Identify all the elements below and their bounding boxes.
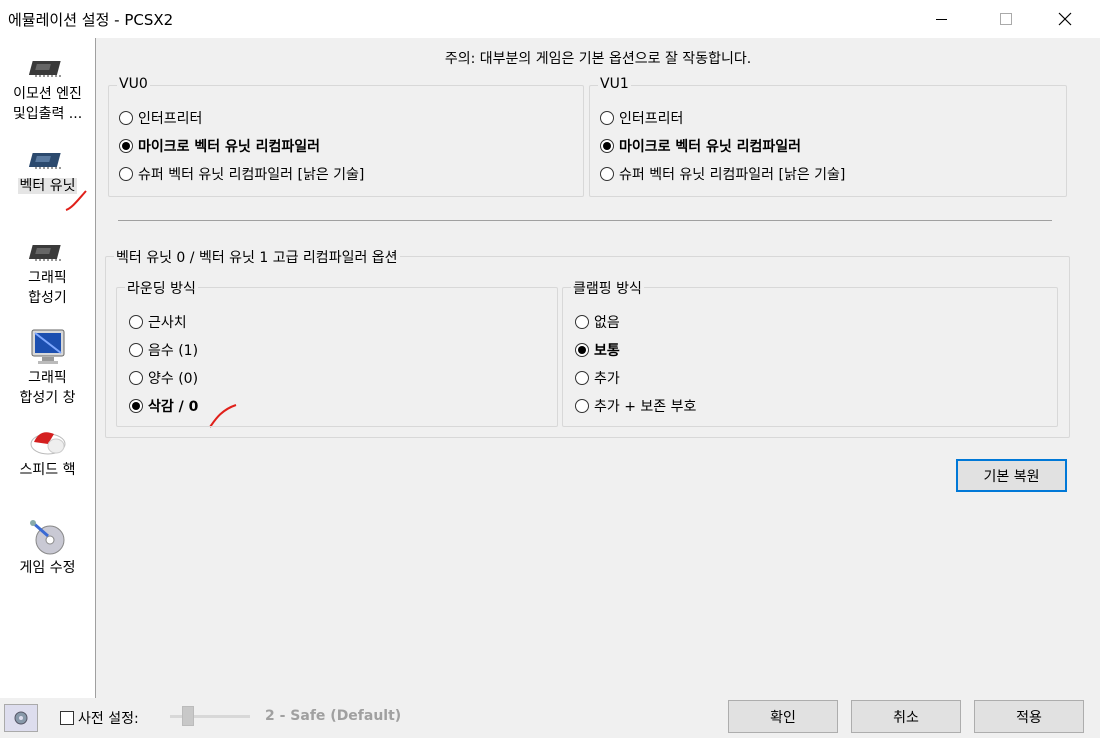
minimize-icon: [935, 18, 947, 20]
vu1-group: VU1 인터프리터 마이크로 벡터 유닛 리컴파일러 슈퍼 벡터 유닛 리컴파일…: [589, 76, 1067, 197]
radio-label: 양수 (0): [148, 371, 199, 387]
bottom-bar: 사전 설정: 2 - Safe (Default) 확인 취소 적용: [0, 698, 1100, 738]
settings-sidebar: 이모션 엔진 및입출력 ... 벡터 유닛 그래픽 합성기 그래픽 합성기 창: [0, 38, 96, 698]
radio-label: 근사치: [148, 315, 187, 331]
advanced-recompiler-group: 벡터 유닛 0 / 벡터 유닛 1 고급 리컴파일러 옵션 라운딩 방식 근사치…: [105, 247, 1070, 438]
notice-text: 주의: 대부분의 게임은 기본 옵션으로 잘 작동합니다.: [444, 51, 752, 67]
chip-icon: [28, 245, 63, 261]
radio-button[interactable]: [119, 139, 133, 153]
sidebar-item-gamefixes[interactable]: 게임 수정: [0, 518, 95, 578]
cancel-button[interactable]: 취소: [851, 700, 961, 733]
ok-button[interactable]: 확인: [728, 700, 838, 733]
radio-button[interactable]: [575, 343, 589, 357]
sidebar-item-gs-window[interactable]: 그래픽 합성기 창: [0, 328, 95, 408]
radio-label: 슈퍼 벡터 유닛 리컴파일러 [낡은 기술]: [619, 167, 846, 183]
vu1-option-interpreter[interactable]: 인터프리터: [600, 108, 683, 128]
clamping-option-extra[interactable]: 추가: [575, 368, 620, 388]
vu1-option-supervu[interactable]: 슈퍼 벡터 유닛 리컴파일러 [낡은 기술]: [600, 164, 845, 184]
pill-icon: [30, 432, 65, 455]
sidebar-item-label: 게임 수정: [19, 560, 76, 576]
preset-lock-button[interactable]: [4, 704, 38, 732]
radio-label: 인터프리터: [138, 111, 203, 127]
minimize-button[interactable]: [918, 0, 964, 38]
sidebar-item-speedhacks[interactable]: 스피드 핵: [0, 426, 95, 480]
rounding-option-negative[interactable]: 음수 (1): [129, 340, 198, 360]
radio-label: 슈퍼 벡터 유닛 리컴파일러 [낡은 기술]: [138, 167, 365, 183]
close-icon: [1058, 12, 1072, 26]
radio-label: 추가 + 보존 부호: [594, 399, 697, 415]
radio-label: 인터프리터: [619, 111, 684, 127]
clamping-option-none[interactable]: 없음: [575, 312, 620, 332]
radio-button[interactable]: [600, 167, 614, 181]
sidebar-item-label: 그래픽: [28, 370, 67, 386]
radio-button[interactable]: [129, 315, 143, 329]
radio-button[interactable]: [575, 315, 589, 329]
radio-label: 삭감 / 0: [148, 399, 199, 415]
radio-label: 마이크로 벡터 유닛 리컴파일러: [619, 139, 802, 155]
sidebar-item-label: 스피드 핵: [19, 462, 76, 478]
vu1-option-microvu[interactable]: 마이크로 벡터 유닛 리컴파일러: [600, 136, 801, 156]
sidebar-item-gs[interactable]: 그래픽 합성기: [0, 240, 95, 308]
preset-toggle[interactable]: 사전 설정:: [60, 708, 139, 728]
apply-button[interactable]: 적용: [974, 700, 1084, 733]
radio-label: 없음: [594, 315, 620, 331]
preset-checkbox[interactable]: [60, 711, 74, 725]
rounding-legend: 라운딩 방식: [125, 278, 198, 298]
vu0-option-supervu[interactable]: 슈퍼 벡터 유닛 리컴파일러 [낡은 기술]: [119, 164, 364, 184]
radio-label: 마이크로 벡터 유닛 리컴파일러: [138, 139, 321, 155]
radio-button[interactable]: [129, 343, 143, 357]
radio-button[interactable]: [575, 399, 589, 413]
vu0-legend: VU0: [117, 76, 150, 92]
annotation-mark: [65, 190, 87, 211]
radio-button[interactable]: [600, 139, 614, 153]
sidebar-item-label: 합성기: [28, 290, 67, 306]
clamping-option-extra-sign[interactable]: 추가 + 보존 부호: [575, 396, 696, 416]
disc-icon: [29, 520, 64, 555]
vu0-option-microvu[interactable]: 마이크로 벡터 유닛 리컴파일러: [119, 136, 320, 156]
sidebar-item-ee-io[interactable]: 이모션 엔진 및입출력 ...: [0, 56, 95, 124]
radio-button[interactable]: [119, 167, 133, 181]
close-button[interactable]: [1042, 0, 1088, 38]
radio-label: 음수 (1): [148, 343, 199, 359]
preset-slider-handle[interactable]: [182, 706, 194, 726]
sidebar-item-label: 및입출력 ...: [12, 106, 83, 122]
sidebar-item-label: 이모션 엔진: [13, 86, 82, 102]
clamping-option-normal[interactable]: 보통: [575, 340, 620, 360]
vu0-option-interpreter[interactable]: 인터프리터: [119, 108, 202, 128]
sidebar-item-label: 합성기 창: [19, 390, 76, 406]
radio-button[interactable]: [129, 399, 143, 413]
radio-label: 추가: [594, 371, 620, 387]
maximize-button[interactable]: [983, 0, 1029, 38]
radio-button[interactable]: [119, 111, 133, 125]
title-bar: 에뮬레이션 설정 - PCSX2: [0, 0, 1100, 38]
section-divider: [118, 220, 1052, 221]
radio-label: 보통: [594, 343, 620, 359]
monitor-icon: [31, 329, 64, 364]
clamping-legend: 클램핑 방식: [571, 278, 644, 298]
preset-value: 2 - Safe (Default): [265, 708, 402, 724]
maximize-icon: [1000, 13, 1012, 25]
gear-icon: [14, 711, 28, 725]
rounding-option-positive[interactable]: 양수 (0): [129, 368, 198, 388]
sidebar-item-label: 그래픽: [28, 270, 67, 286]
advanced-legend: 벡터 유닛 0 / 벡터 유닛 1 고급 리컴파일러 옵션: [114, 247, 400, 267]
clamping-mode-group: 클램핑 방식 없음 보통 추가 추가 + 보존 부호: [562, 278, 1058, 427]
rounding-mode-group: 라운딩 방식 근사치 음수 (1) 양수 (0) 삭감 / 0: [116, 278, 558, 427]
radio-button[interactable]: [575, 371, 589, 385]
chip-icon: [28, 61, 63, 77]
radio-button[interactable]: [600, 111, 614, 125]
rounding-option-chop[interactable]: 삭감 / 0: [129, 396, 198, 416]
preset-label: 사전 설정:: [78, 711, 139, 727]
vu0-group: VU0 인터프리터 마이크로 벡터 유닛 리컴파일러 슈퍼 벡터 유닛 리컴파일…: [108, 76, 584, 197]
chip-icon: [28, 153, 63, 169]
window-title: 에뮬레이션 설정 - PCSX2: [8, 11, 174, 29]
radio-button[interactable]: [129, 371, 143, 385]
restore-defaults-button[interactable]: 기본 복원: [956, 459, 1067, 492]
vu1-legend: VU1: [598, 76, 631, 92]
rounding-option-nearest[interactable]: 근사치: [129, 312, 187, 332]
